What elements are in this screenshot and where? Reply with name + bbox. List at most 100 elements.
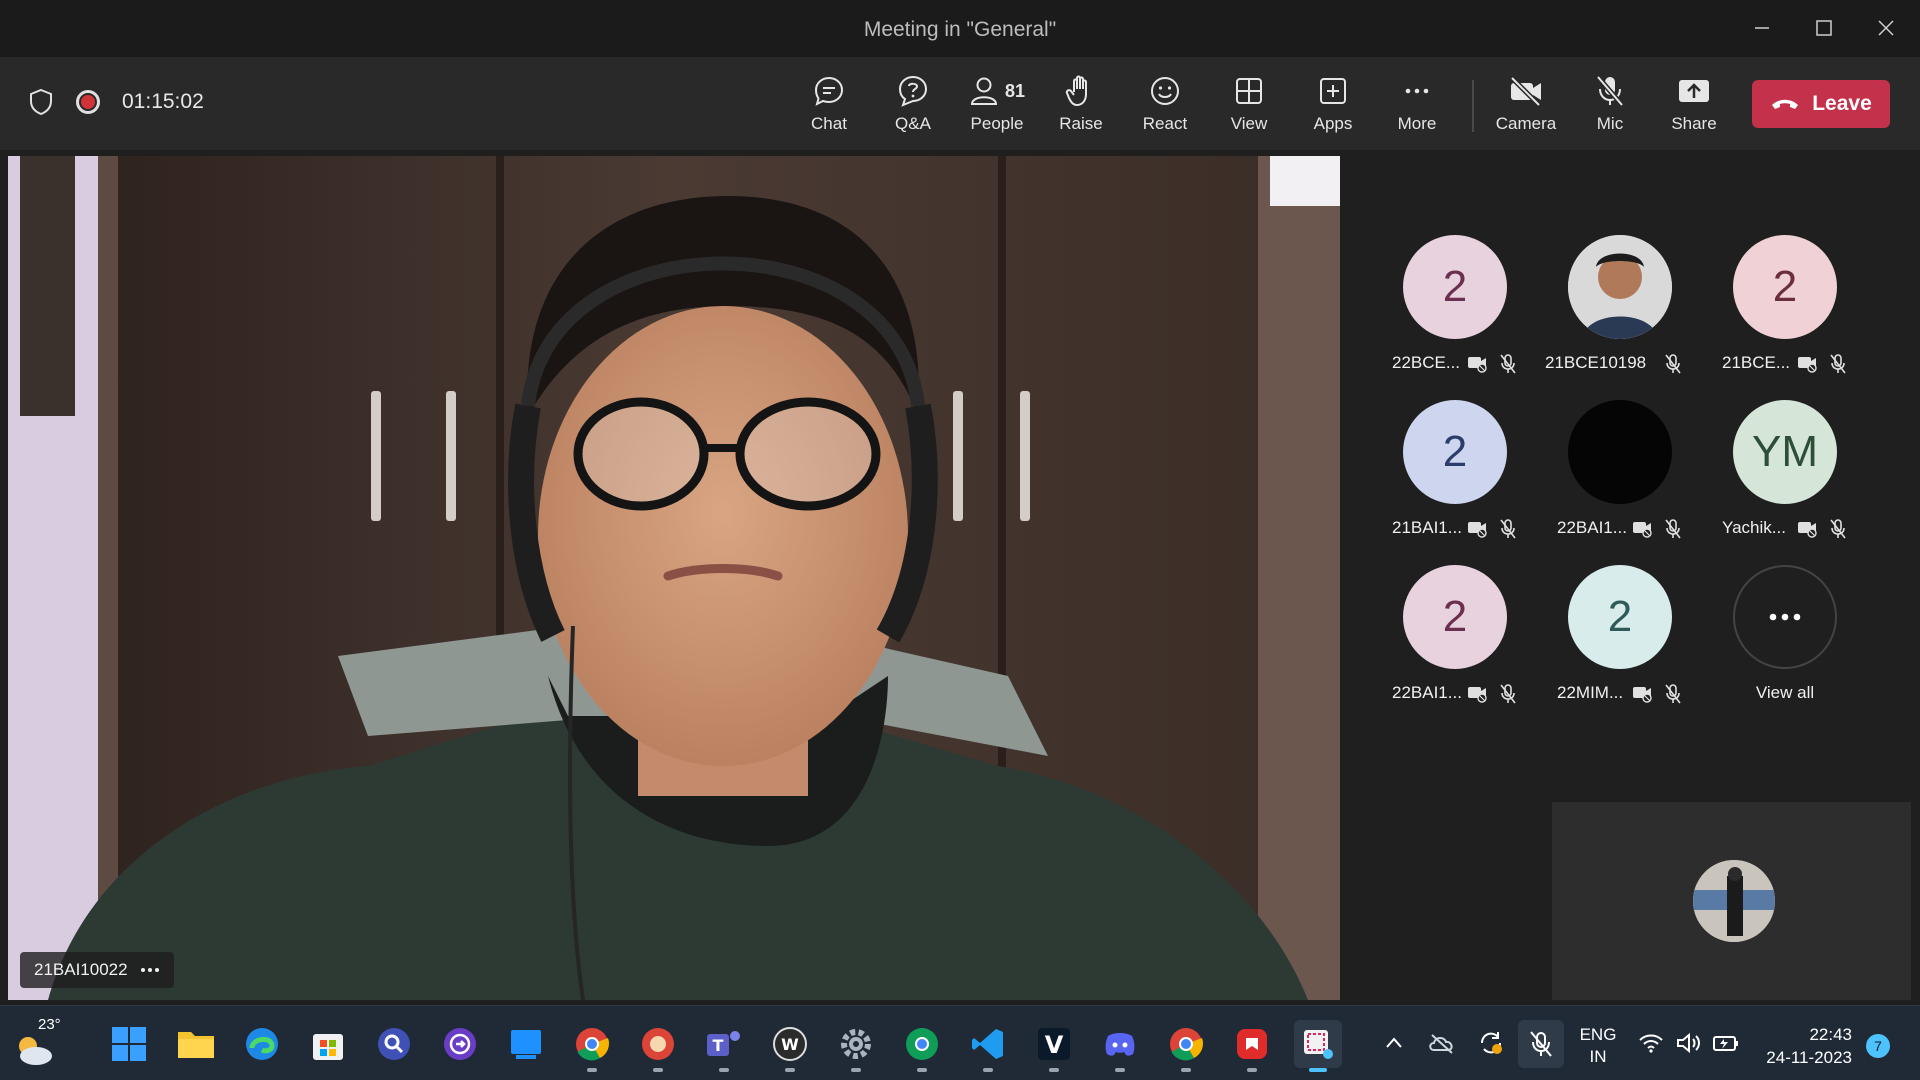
share-screen-icon — [1679, 80, 1709, 102]
minimize-button[interactable] — [1734, 10, 1790, 46]
taskbar-app-red[interactable] — [1228, 1020, 1276, 1072]
camera-off-icon — [1510, 76, 1541, 107]
people-label: People — [970, 114, 1024, 133]
tray-mic-muted[interactable] — [1518, 1020, 1564, 1068]
meeting-stage: 21BAI10022 2 22BCE... 21BCE10198 2 21BCE... 2… — [0, 150, 1920, 1005]
participant-name: 22BCE... — [1392, 353, 1461, 372]
onedrive-icon[interactable] — [1428, 1032, 1456, 1054]
leave-label: Leave — [1812, 92, 1872, 115]
view-all-button[interactable] — [1733, 565, 1837, 669]
volume-icon[interactable] — [1676, 1032, 1702, 1054]
chat-button[interactable]: Chat — [787, 72, 871, 140]
start-button[interactable] — [105, 1020, 153, 1068]
window-app-icon — [511, 1030, 541, 1059]
video-name-tag[interactable]: 21BAI10022 — [20, 952, 174, 988]
taskbar-teams[interactable]: T — [700, 1020, 748, 1072]
search-app-icon — [378, 1028, 410, 1060]
taskbar-vscode[interactable] — [964, 1020, 1012, 1072]
participant-avatar: 2 — [1403, 400, 1507, 504]
taskbar-app-blue[interactable] — [502, 1020, 550, 1068]
leave-button[interactable]: Leave — [1752, 80, 1890, 128]
react-label: React — [1142, 114, 1188, 133]
people-count: 81 — [1004, 80, 1026, 101]
red-app-icon — [1237, 1029, 1267, 1059]
taskbar-file-explorer[interactable] — [172, 1020, 220, 1068]
participant-tile[interactable]: 2 22BCE... — [1380, 235, 1530, 385]
taskbar-snipping-tool[interactable] — [1294, 1020, 1342, 1072]
snipping-icon — [1304, 1030, 1333, 1059]
taskbar-search-app[interactable] — [370, 1020, 418, 1068]
chrome-icon — [1170, 1028, 1204, 1061]
teams-icon: T — [707, 1031, 740, 1056]
view-all-tile[interactable]: View all — [1710, 565, 1860, 715]
participant-tile[interactable]: 2 22MIM... — [1545, 565, 1695, 715]
close-button[interactable] — [1858, 10, 1914, 46]
recording-icon — [76, 90, 100, 114]
self-photo — [1693, 860, 1775, 942]
participant-name: 22BAI1... — [1392, 683, 1462, 702]
camera-off-icon — [1466, 683, 1488, 705]
mic-off-icon — [1498, 683, 1520, 705]
participant-avatar: 2 — [1403, 235, 1507, 339]
apps-label: Apps — [1313, 114, 1353, 133]
chevron-up-icon[interactable] — [1384, 1034, 1404, 1052]
participant-avatar: YM — [1733, 400, 1837, 504]
more-button[interactable]: More — [1375, 72, 1459, 140]
qa-button[interactable]: Q&A — [871, 72, 955, 140]
camera-off-icon — [1796, 518, 1818, 540]
language-region: IN — [1589, 1047, 1607, 1066]
mic-button[interactable]: Mic — [1568, 72, 1652, 140]
taskbar-chrome-1[interactable] — [568, 1020, 616, 1072]
wifi-icon[interactable] — [1638, 1032, 1664, 1054]
camera-button[interactable]: Camera — [1484, 72, 1568, 140]
share-button[interactable]: Share — [1652, 72, 1736, 140]
chrome-profile-icon — [642, 1028, 674, 1060]
participant-tile[interactable]: 2 22BAI1... — [1380, 565, 1530, 715]
taskbar-chrome-2[interactable] — [898, 1020, 946, 1072]
taskbar-discord[interactable] — [1096, 1020, 1144, 1072]
self-view[interactable] — [1552, 802, 1911, 1000]
taskbar-store[interactable] — [304, 1020, 352, 1068]
view-label: View — [1230, 114, 1268, 133]
participant-tile[interactable]: 21BCE10198 — [1545, 235, 1695, 385]
participant-avatar — [1568, 400, 1672, 504]
battery-icon[interactable] — [1712, 1032, 1740, 1054]
participant-tile[interactable]: YM Yachik... — [1710, 400, 1860, 550]
chrome-icon — [576, 1028, 610, 1061]
taskbar-app-purple[interactable] — [436, 1020, 484, 1068]
notification-badge[interactable]: 7 — [1866, 1034, 1890, 1058]
camera-off-icon — [1631, 683, 1653, 705]
shield-icon[interactable] — [28, 88, 54, 116]
smiley-icon — [1151, 77, 1179, 105]
taskbar-chrome-profile[interactable] — [634, 1020, 682, 1072]
main-video[interactable]: 21BAI10022 — [8, 156, 1340, 1000]
meeting-info: 01:15:02 — [28, 88, 204, 116]
taskbar-settings[interactable] — [832, 1020, 880, 1072]
taskbar-vim[interactable]: V — [1030, 1020, 1078, 1072]
raise-hand-button[interactable]: Raise — [1039, 72, 1123, 140]
system-clock[interactable]: 22:43 24-11-2023 — [1756, 1023, 1852, 1069]
apps-button[interactable]: Apps — [1291, 72, 1375, 140]
participant-tile[interactable]: 22BAI1... — [1545, 400, 1695, 550]
react-button[interactable]: React — [1123, 72, 1207, 140]
taskbar-app-w[interactable]: W — [766, 1020, 814, 1072]
maximize-button[interactable] — [1796, 10, 1852, 46]
more-options-icon[interactable] — [140, 967, 160, 973]
mic-off-icon — [1663, 683, 1685, 705]
people-button[interactable]: 81 People — [955, 72, 1039, 140]
mic-off-icon — [1828, 518, 1850, 540]
view-button[interactable]: View — [1207, 72, 1291, 140]
participant-tile[interactable]: 2 21BAI1... — [1380, 400, 1530, 550]
mic-off-icon — [1498, 518, 1520, 540]
chat-label: Chat — [811, 114, 847, 133]
participant-name: 22MIM... — [1557, 683, 1624, 702]
participant-name: 21BCE... — [1722, 353, 1791, 372]
sync-icon[interactable] — [1478, 1030, 1504, 1056]
taskbar-edge[interactable] — [238, 1020, 286, 1068]
taskbar-chrome-3[interactable] — [1162, 1020, 1210, 1072]
raise-label: Raise — [1059, 114, 1103, 133]
language-indicator[interactable]: ENG IN — [1578, 1024, 1618, 1068]
participant-tile[interactable]: 2 21BCE... — [1710, 235, 1860, 385]
weather-widget[interactable]: 23° — [10, 1016, 70, 1072]
mic-off-icon — [1596, 75, 1624, 107]
